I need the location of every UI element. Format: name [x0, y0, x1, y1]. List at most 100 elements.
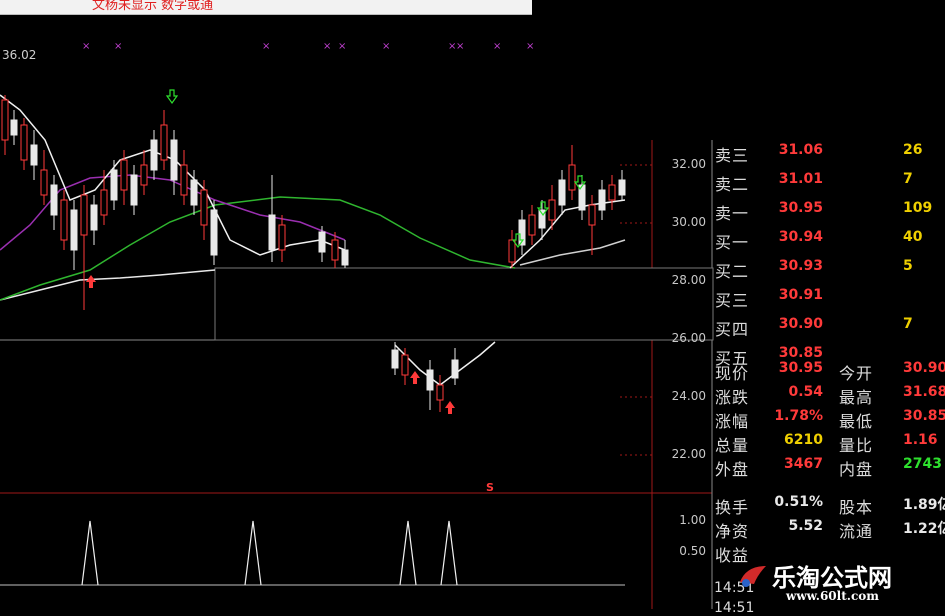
quote-value: 30.90: [903, 360, 945, 376]
quote-label: 股本: [839, 498, 874, 517]
ma-line-lower: [394, 341, 496, 386]
quote-row: 涨跌 0.54 最高 31.68: [713, 384, 945, 407]
quote-label: 量比: [839, 436, 874, 455]
candle-body: [60, 199, 68, 241]
candle-body: [528, 214, 536, 236]
quote-value: 109: [903, 200, 933, 216]
quote-value: 7: [903, 171, 913, 187]
candle-body: [1, 99, 9, 141]
quote-label: 买一: [715, 233, 750, 252]
marker-x-icon: ×: [526, 41, 534, 52]
quote-row: 卖一 30.95 109: [713, 200, 945, 223]
candle-body: [278, 224, 286, 251]
quote-value: 31.01: [778, 171, 823, 187]
quote-label: 现价: [715, 364, 750, 383]
quote-row: 总量 6210 量比 1.16: [713, 432, 945, 455]
quote-row: 买三 30.91: [713, 287, 945, 310]
candle-body: [598, 189, 606, 211]
marker-x-icon: ×: [456, 41, 464, 52]
buy-arrow-icon: [86, 275, 96, 288]
candle-body: [558, 179, 566, 206]
quote-value: 30.95: [778, 200, 823, 216]
quote-label: 卖二: [715, 175, 750, 194]
quote-value: 0.51%: [774, 494, 823, 510]
candle-body: [20, 124, 28, 161]
quote-row: 涨幅 1.78% 最低 30.85: [713, 408, 945, 431]
signal-marker: S: [486, 481, 494, 494]
candle-body: [120, 159, 128, 191]
quote-value: 30.94: [778, 229, 823, 245]
indicator-axis-label: 0.50: [679, 544, 706, 558]
candle-body: [180, 164, 188, 196]
sell-arrow-icon: [165, 89, 179, 105]
candle-body: [508, 239, 516, 263]
quote-label: 最低: [839, 412, 874, 431]
quote-value: 30.85: [903, 408, 945, 424]
quote-value: 31.06: [778, 142, 823, 158]
ma-line-white: [0, 269, 216, 301]
indicator-spike: [399, 520, 417, 586]
candle-body: [341, 249, 349, 266]
candle-body: [318, 231, 326, 253]
candle-body: [110, 169, 118, 201]
quote-label: 总量: [715, 436, 750, 455]
quote-label: 买二: [715, 262, 750, 281]
price-axis-label: 28.00: [671, 273, 706, 287]
quote-row: 买四 30.90 7: [713, 316, 945, 339]
quote-label: 买三: [715, 291, 750, 310]
quote-value: 1.16: [903, 432, 938, 448]
watermark-title: 乐淘公式网: [772, 564, 892, 592]
candle-body: [331, 239, 339, 261]
price-axis-label: 22.00: [671, 447, 706, 461]
marker-x-icon: ×: [382, 41, 390, 52]
quote-label: 最高: [839, 388, 874, 407]
candle-body: [170, 139, 178, 181]
candle-body: [40, 169, 48, 196]
quote-row: 外盘 3467 内盘 2743: [713, 456, 945, 479]
quote-value: 3467: [784, 456, 823, 472]
dialog-title: 文杨未显示 数字或通: [92, 0, 214, 13]
quote-label: 卖一: [715, 204, 750, 223]
quote-value: 30.95: [778, 360, 823, 376]
logo-icon: [740, 566, 766, 587]
quote-row: 买二 30.93 5: [713, 258, 945, 281]
candle-body: [70, 209, 78, 251]
quote-row: 净资 5.52 流通 1.22亿: [713, 518, 945, 541]
candle-body: [150, 139, 158, 171]
quote-value: 1.22亿: [903, 521, 945, 537]
quote-label: 涨跌: [715, 388, 750, 407]
buy-arrow-icon: [445, 401, 455, 414]
price-axis-label: 24.00: [671, 389, 706, 403]
candle-body: [80, 194, 88, 236]
quote-value: 26: [903, 142, 923, 158]
marker-x-icon: ×: [338, 41, 346, 52]
quote-value: 5.52: [788, 518, 823, 534]
watermark: 乐淘公式网 www.60lt.com: [722, 558, 945, 609]
quote-value: 0.54: [788, 384, 823, 400]
quote-label: 涨幅: [715, 412, 750, 431]
price-axis-label: 32.00: [671, 157, 706, 171]
quote-label: 净资: [715, 522, 750, 541]
indicator-spike: [81, 520, 99, 586]
candle-body: [200, 189, 208, 226]
indicator-spike: [440, 520, 458, 586]
indicator-axis-label: 1.00: [679, 513, 706, 527]
marker-x-icon: ×: [82, 41, 90, 52]
quote-row: 换手 0.51% 股本 1.89亿: [713, 494, 945, 517]
quote-label: 买四: [715, 320, 750, 339]
marker-x-icon: ×: [262, 41, 270, 52]
quote-value: 7: [903, 316, 913, 332]
marker-x-icon: ×: [323, 41, 331, 52]
candle-body: [608, 184, 616, 201]
quote-row: 卖三 31.06 26: [713, 142, 945, 165]
candle-body: [50, 184, 58, 216]
candle-body: [401, 354, 409, 376]
quote-label: 今开: [839, 364, 874, 383]
quote-label: 外盘: [715, 460, 750, 479]
ma-line-right: [509, 199, 626, 269]
quote-label: 换手: [715, 498, 750, 517]
quote-row: 买一 30.94 40: [713, 229, 945, 252]
watermark-url: www.60lt.com: [786, 589, 879, 603]
quote-value: 30.93: [778, 258, 823, 274]
candle-body: [190, 179, 198, 206]
